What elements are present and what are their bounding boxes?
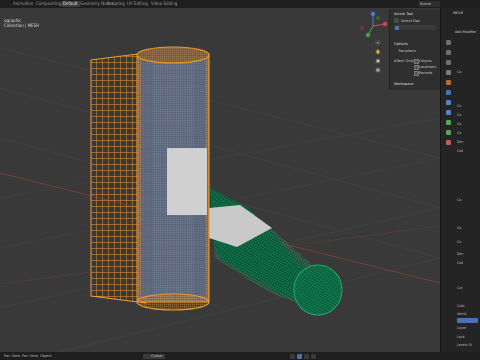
affect-only-label: Affect Only xyxy=(394,59,414,63)
prop-row: Coll xyxy=(457,149,464,153)
shading-solid-button[interactable] xyxy=(290,353,295,359)
viewport-scene xyxy=(0,46,440,352)
transform-label[interactable]: Transform xyxy=(398,49,416,53)
camera-icon[interactable]: ▣ xyxy=(375,58,381,64)
collection-label: Collection | MESH xyxy=(4,23,40,28)
origins-checkbox[interactable] xyxy=(414,59,419,64)
data-tab-icon[interactable] xyxy=(446,130,451,135)
view-layer-tab-icon[interactable] xyxy=(446,70,451,75)
output-tab-icon[interactable] xyxy=(446,60,451,65)
material-tab-icon[interactable] xyxy=(446,140,451,145)
prop-row: Co xyxy=(457,240,462,244)
tool-name: Select Box xyxy=(401,18,420,23)
object-name: MESH xyxy=(453,11,464,15)
tab-compositing[interactable]: Compositing xyxy=(36,1,61,7)
workspace-bar: Animation Compositing Default Geometry N… xyxy=(0,0,480,8)
physics-tab-icon[interactable] xyxy=(446,110,451,115)
tab-video-editing[interactable]: Video Editing xyxy=(151,1,177,7)
property-tabs xyxy=(446,40,452,352)
green-cylinder[interactable] xyxy=(209,188,343,316)
gizmo-axes-icon[interactable] xyxy=(358,11,388,41)
prop-row: Cor xyxy=(457,286,463,290)
prop-row: Levels Vi xyxy=(457,343,472,347)
status-item: Object xyxy=(40,353,52,358)
prop-row: Co xyxy=(457,226,462,230)
status-item: Pan View xyxy=(4,353,21,358)
parents-checkbox[interactable] xyxy=(414,71,419,76)
prop-row: Co xyxy=(457,131,462,135)
blue-cylinder[interactable] xyxy=(136,46,210,311)
tab-scripting[interactable]: Scripting xyxy=(107,1,125,7)
locations-checkbox[interactable] xyxy=(414,65,419,70)
shading-material-button[interactable] xyxy=(304,353,309,359)
prop-row: Co xyxy=(457,198,462,202)
viewport-hud: ographic Collection | MESH xyxy=(4,18,39,28)
status-bar: Pan View Pan View Object Global xyxy=(0,352,480,360)
add-modifier-button[interactable]: Add Modifier xyxy=(455,30,476,34)
scene-selector[interactable]: Scene xyxy=(418,1,440,7)
prop-row: Sim xyxy=(457,140,464,144)
transform-orientation-dropdown[interactable]: Global xyxy=(143,353,165,359)
active-modifier-highlight[interactable] xyxy=(457,318,478,323)
active-tool-header[interactable]: Active Tool xyxy=(394,12,413,16)
zoom-icon[interactable]: ⌕ xyxy=(375,40,381,46)
prop-row: Vertic xyxy=(457,312,467,316)
tool-tab-icon[interactable] xyxy=(446,40,451,45)
prop-row: Coll xyxy=(457,261,464,265)
3d-viewport[interactable]: ographic Collection | MESH ⌕ ✋ ▣ ▦ xyxy=(0,8,440,352)
locations-label: Locations xyxy=(419,64,437,69)
prop-row: Sim xyxy=(457,252,464,256)
select-mode-buttons[interactable] xyxy=(394,25,436,30)
grid-icon[interactable]: ▦ xyxy=(375,67,381,73)
tab-animation[interactable]: Animation xyxy=(13,1,33,7)
prop-row: Co xyxy=(457,113,462,117)
prop-row: Layer xyxy=(457,326,467,330)
particles-tab-icon[interactable] xyxy=(446,100,451,105)
prop-row: Lock xyxy=(457,335,465,339)
select-box-icon[interactable] xyxy=(394,18,399,23)
sidebar-n-panel: Active Tool Select Box Options Transform… xyxy=(389,9,440,90)
hand-pan-icon[interactable]: ✋ xyxy=(375,49,381,55)
workspace-header[interactable]: Workspace xyxy=(394,82,414,86)
shading-render-button[interactable] xyxy=(311,353,316,359)
shading-wire-button[interactable] xyxy=(297,353,302,359)
origins-label: Origins xyxy=(419,58,432,63)
constraints-tab-icon[interactable] xyxy=(446,120,451,125)
status-item: Pan View xyxy=(22,353,39,358)
render-tab-icon[interactable] xyxy=(446,50,451,55)
tab-default[interactable]: Default xyxy=(61,1,80,7)
tab-uv-editing[interactable]: UV Editing xyxy=(127,1,148,7)
modifier-tab-icon[interactable] xyxy=(446,90,451,95)
prop-row: Co xyxy=(457,70,462,74)
prop-row: Co xyxy=(457,122,462,126)
prop-row: Co xyxy=(457,104,462,108)
object-tab-icon[interactable] xyxy=(446,80,451,85)
options-header[interactable]: Options xyxy=(394,42,408,46)
parents-label: Parents xyxy=(419,70,433,75)
orientation-label: Global xyxy=(151,353,163,358)
prop-row: Colo xyxy=(457,304,465,308)
